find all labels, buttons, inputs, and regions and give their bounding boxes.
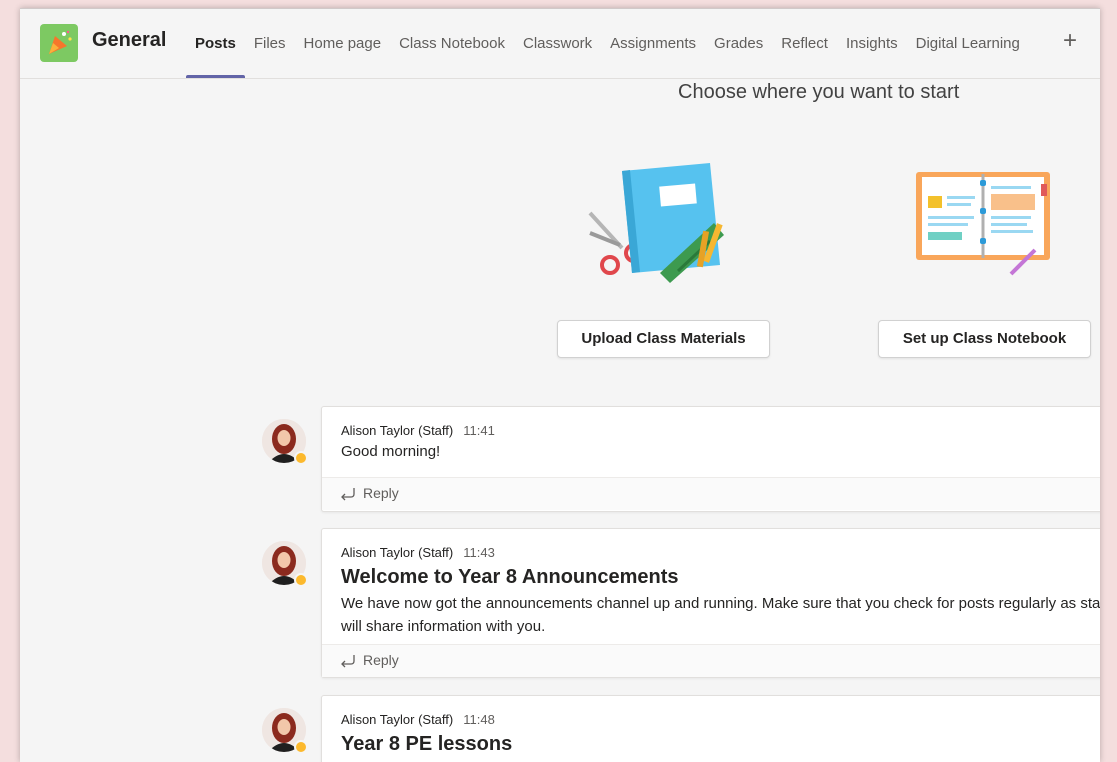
post-meta: Alison Taylor (Staff) 11:48	[341, 712, 495, 727]
tab-bar: Posts Files Home page Class Notebook Cla…	[186, 9, 1029, 78]
class-materials-illustration	[588, 163, 724, 283]
post-subject: Year 8 PE lessons	[341, 733, 513, 755]
post-author[interactable]: Alison Taylor (Staff)	[341, 423, 453, 438]
reply-icon	[341, 655, 355, 668]
post-meta: Alison Taylor (Staff) 11:41	[341, 423, 495, 438]
tab-digital-learning[interactable]: Digital Learning	[907, 9, 1029, 78]
channel-header: General Posts Files Home page Class Note…	[20, 9, 1100, 79]
post-time: 11:48	[463, 712, 495, 727]
reply-button[interactable]: Reply	[363, 485, 399, 501]
post-time: 11:43	[463, 545, 495, 560]
plus-icon[interactable]: +	[1060, 29, 1080, 53]
team-logo-icon[interactable]	[40, 24, 78, 62]
post-author[interactable]: Alison Taylor (Staff)	[341, 712, 453, 727]
tab-home-page[interactable]: Home page	[295, 9, 391, 78]
avatar[interactable]	[262, 708, 308, 754]
set-up-class-notebook-button[interactable]: Set up Class Notebook	[878, 320, 1091, 358]
channel-title: General	[92, 29, 167, 51]
post-card: Alison Taylor (Staff) 11:43 Welcome to Ye…	[321, 528, 1100, 678]
tab-insights[interactable]: Insights	[837, 9, 907, 78]
tab-files[interactable]: Files	[245, 9, 295, 78]
tab-class-notebook[interactable]: Class Notebook	[390, 9, 514, 78]
post-card: Alison Taylor (Staff) 11:41 Good morning!…	[321, 406, 1100, 512]
reply-icon	[341, 488, 355, 501]
away-status-icon	[294, 573, 308, 587]
post-message: We have now got the announcements channe…	[341, 595, 1100, 635]
reply-bar[interactable]: Reply	[322, 477, 1100, 510]
teams-window: General Posts Files Home page Class Note…	[20, 8, 1100, 762]
tab-posts[interactable]: Posts	[186, 9, 245, 78]
away-status-icon	[294, 740, 308, 754]
post-meta: Alison Taylor (Staff) 11:43	[341, 545, 495, 560]
avatar[interactable]	[262, 419, 308, 465]
upload-class-materials-button[interactable]: Upload Class Materials	[557, 320, 770, 358]
post-author[interactable]: Alison Taylor (Staff)	[341, 545, 453, 560]
post-message: Good morning!	[341, 443, 441, 460]
tab-grades[interactable]: Grades	[705, 9, 772, 78]
tab-assignments[interactable]: Assignments	[601, 9, 705, 78]
reply-bar[interactable]: Reply	[322, 644, 1100, 677]
avatar[interactable]	[262, 541, 308, 587]
tab-classwork[interactable]: Classwork	[514, 9, 601, 78]
post-subject: Welcome to Year 8 Announcements	[341, 566, 679, 588]
reply-button[interactable]: Reply	[363, 652, 399, 668]
tab-reflect[interactable]: Reflect	[772, 9, 837, 78]
start-heading: Choose where you want to start	[678, 81, 960, 103]
class-notebook-illustration	[916, 172, 1050, 276]
away-status-icon	[294, 451, 308, 465]
post-time: 11:41	[463, 423, 495, 438]
post-card: Alison Taylor (Staff) 11:48 Year 8 PE les…	[321, 695, 1100, 762]
